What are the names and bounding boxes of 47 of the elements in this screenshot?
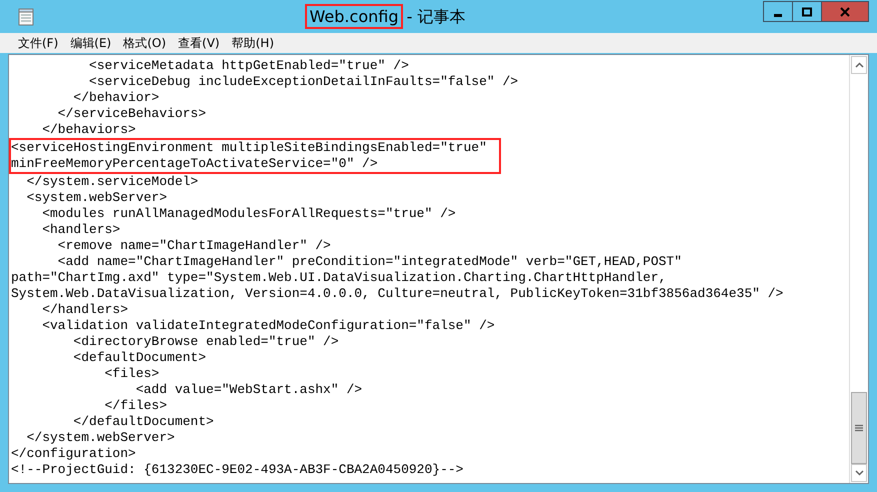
menu-item[interactable]: 编辑(E) — [64, 34, 118, 52]
code-line: minFreeMemoryPercentageToActivateService="0" /> — [9, 156, 501, 174]
code-line: <system.webServer> — [26, 190, 168, 206]
maximize-button[interactable] — [792, 1, 822, 22]
code-line: <modules runAllManagedModulesForAllRequests="true" /> — [41, 206, 457, 222]
code-line: </handlers> — [41, 302, 130, 318]
scroll-thumb[interactable] — [851, 392, 867, 464]
code-line: <add value="WebStart.ashx" /> — [134, 382, 364, 398]
window-title: Web.config — [306, 6, 402, 26]
code-line: <serviceHostingEnvironment multipleSiteBindingsEnabled="true" — [9, 138, 501, 156]
code-line: <defaultDocument> — [72, 350, 208, 366]
code-line: <files> — [104, 366, 160, 382]
code-line: <directoryBrowse enabled="true" /> — [72, 334, 340, 350]
minimize-icon — [774, 14, 782, 16]
code-line: </configuration> — [11, 446, 137, 462]
menu-item[interactable]: 查看(V) — [172, 34, 226, 52]
code-line: </behavior> — [72, 90, 160, 106]
code-line: <serviceDebug includeExceptionDetailInFaults="false" /> — [88, 74, 520, 90]
code-line: System.Web.DataVisualization, Version=4.0.0.0, Culture=neutral, PublicKeyToken=31bf3856ad364e35" /> — [11, 286, 784, 302]
code-line: <validation validateIntegratedModeConfiguration="false" /> — [41, 318, 496, 334]
code-line: </behaviors> — [41, 122, 137, 138]
code-line: <remove name="ChartImageHandler" /> — [56, 238, 332, 254]
code-line: path="ChartImg.axd" type="System.Web.UI.DataVisualization.Charting.ChartHttpHandler, — [11, 270, 668, 286]
menu-item[interactable]: 格式(O) — [117, 34, 172, 52]
code-line: </system.webServer> — [26, 430, 176, 446]
notepad-icon — [18, 8, 34, 26]
scrollbar[interactable] — [849, 55, 868, 483]
app-name: - 记事本 — [406, 6, 466, 26]
code-line: </files> — [104, 398, 168, 414]
chevron-up-icon — [854, 62, 864, 68]
code-line: </serviceBehaviors> — [56, 106, 208, 122]
scroll-up-button[interactable] — [851, 56, 867, 74]
code-line: </defaultDocument> — [72, 414, 215, 430]
code-line: <serviceMetadata httpGetEnabled="true" /> — [88, 58, 410, 74]
code-line: <add name="ChartImageHandler" preCondition="integratedMode" verb="GET,HEAD,POST" — [56, 254, 683, 270]
code-line: <!--ProjectGuid: {613230EC-9E02-493A-AB3F-CBA2A0450920}--> — [11, 462, 464, 478]
close-icon — [839, 6, 851, 16]
code-line: <handlers> — [41, 222, 122, 238]
maximize-icon — [801, 6, 813, 16]
grip-icon — [855, 424, 863, 432]
minimize-button[interactable] — [763, 1, 793, 22]
menu-item[interactable]: 文件(F) — [12, 34, 64, 52]
chevron-down-icon — [854, 470, 864, 476]
close-button[interactable] — [821, 1, 869, 22]
code-line: </system.serviceModel> — [26, 174, 200, 190]
menu-item[interactable]: 帮助(H) — [226, 34, 280, 52]
scroll-down-button[interactable] — [851, 464, 867, 482]
